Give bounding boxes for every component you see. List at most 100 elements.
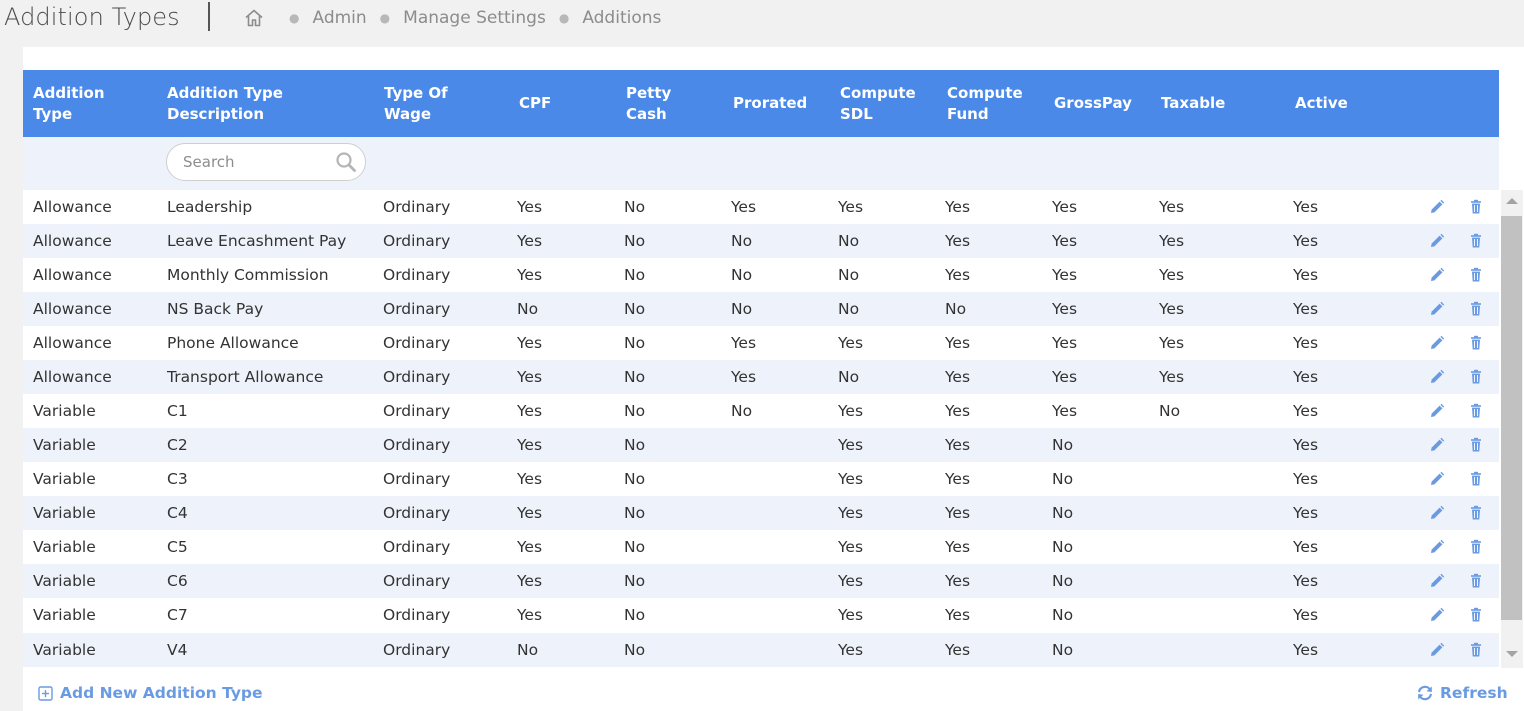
cell-prorated: Yes — [731, 334, 757, 352]
pencil-icon[interactable] — [1429, 335, 1445, 351]
pencil-icon[interactable] — [1429, 267, 1445, 283]
vertical-scrollbar[interactable] — [1501, 190, 1523, 668]
cell-petty-cash: No — [624, 606, 646, 624]
cell-prorated: No — [731, 402, 753, 420]
table-row[interactable]: Allowance Transport Allowance Ordinary Yes N… — [23, 360, 1499, 394]
cell-compute-sdl: Yes — [838, 538, 864, 556]
cell-compute-fund: Yes — [945, 334, 971, 352]
cell-addition-type: Allowance — [33, 334, 112, 352]
cell-cpf: Yes — [517, 606, 543, 624]
refresh-button[interactable]: Refresh — [1416, 681, 1508, 705]
column-header-compute-fund[interactable]: Compute Fund — [947, 70, 1037, 137]
pencil-icon[interactable] — [1429, 539, 1445, 555]
pencil-icon[interactable] — [1429, 403, 1445, 419]
pencil-icon[interactable] — [1429, 607, 1445, 623]
table-row[interactable]: Allowance Phone Allowance Ordinary Yes No Yes… — [23, 326, 1499, 360]
breadcrumb-separator: ● — [558, 11, 570, 25]
pencil-icon[interactable] — [1429, 233, 1445, 249]
scroll-down-arrow-icon[interactable] — [1506, 651, 1518, 657]
pencil-icon[interactable] — [1429, 301, 1445, 317]
table-row[interactable]: Variable C5 Ordinary Yes No Yes Yes No Yes — [23, 530, 1499, 564]
pencil-icon[interactable] — [1429, 471, 1445, 487]
column-header-description[interactable]: Addition Type Description — [167, 70, 357, 137]
table-row[interactable]: Variable C7 Ordinary Yes No Yes Yes No Yes — [23, 598, 1499, 632]
table-row[interactable]: Variable C1 Ordinary Yes No No Yes Yes Yes No Yes — [23, 394, 1499, 428]
pencil-icon[interactable] — [1429, 642, 1445, 658]
cell-description: C6 — [167, 572, 188, 590]
home-icon[interactable] — [244, 8, 264, 28]
trash-icon[interactable] — [1468, 471, 1484, 487]
cell-addition-type: Variable — [33, 436, 96, 454]
table-row[interactable]: Variable V4 Ordinary No No Yes Yes No Yes — [23, 633, 1499, 667]
pencil-icon[interactable] — [1429, 437, 1445, 453]
table-row[interactable]: Allowance Leave Encashment Pay Ordinary Yes… — [23, 224, 1499, 258]
plus-square-icon — [38, 685, 53, 701]
cell-cpf: No — [517, 300, 539, 318]
cell-cpf: Yes — [517, 538, 543, 556]
pencil-icon[interactable] — [1429, 369, 1445, 385]
search-input[interactable] — [181, 152, 335, 172]
cell-description: V4 — [167, 641, 188, 659]
cell-petty-cash: No — [624, 470, 646, 488]
cell-active: Yes — [1293, 266, 1319, 284]
trash-icon[interactable] — [1468, 267, 1484, 283]
cell-petty-cash: No — [624, 436, 646, 454]
trash-icon[interactable] — [1468, 301, 1484, 317]
cell-taxable: No — [1159, 402, 1181, 420]
filter-row — [23, 137, 1499, 190]
table-row[interactable]: Variable C2 Ordinary Yes No Yes Yes No Yes — [23, 428, 1499, 462]
table-row[interactable]: Variable C4 Ordinary Yes No Yes Yes No Yes — [23, 496, 1499, 530]
column-header-petty-cash[interactable]: Petty Cash — [626, 70, 696, 137]
column-header-compute-sdl[interactable]: Compute SDL — [840, 70, 930, 137]
cell-compute-sdl: No — [838, 266, 860, 284]
cell-cpf: Yes — [517, 572, 543, 590]
trash-icon[interactable] — [1468, 369, 1484, 385]
cell-active: Yes — [1293, 641, 1319, 659]
scroll-up-arrow-icon[interactable] — [1506, 198, 1518, 204]
cell-description: C3 — [167, 470, 188, 488]
cell-active: Yes — [1293, 538, 1319, 556]
breadcrumb-admin[interactable]: Admin — [312, 8, 366, 28]
trash-icon[interactable] — [1468, 607, 1484, 623]
column-header-addition-type[interactable]: Addition Type — [33, 70, 143, 137]
scrollbar-thumb[interactable] — [1501, 216, 1522, 620]
cell-addition-type: Variable — [33, 572, 96, 590]
column-header-active[interactable]: Active — [1295, 70, 1395, 137]
trash-icon[interactable] — [1468, 233, 1484, 249]
cell-cpf: Yes — [517, 402, 543, 420]
trash-icon[interactable] — [1468, 335, 1484, 351]
column-header-prorated[interactable]: Prorated — [733, 70, 833, 137]
column-header-cpf[interactable]: CPF — [519, 70, 599, 137]
search-field[interactable] — [166, 143, 366, 181]
table-row[interactable]: Variable C6 Ordinary Yes No Yes Yes No Yes — [23, 564, 1499, 598]
trash-icon[interactable] — [1468, 573, 1484, 589]
table-row[interactable]: Allowance Monthly Commission Ordinary Yes No… — [23, 258, 1499, 292]
top-bar: Addition Types ● Admin ● Manage Settings… — [0, 0, 1524, 47]
cell-compute-fund: Yes — [945, 572, 971, 590]
cell-compute-fund: Yes — [945, 198, 971, 216]
pencil-icon[interactable] — [1429, 505, 1445, 521]
cell-description: C4 — [167, 504, 188, 522]
breadcrumb-manage-settings[interactable]: Manage Settings — [403, 8, 546, 28]
column-header-taxable[interactable]: Taxable — [1161, 70, 1261, 137]
table-row[interactable]: Allowance NS Back Pay Ordinary No No No No No Ye… — [23, 292, 1499, 326]
trash-icon[interactable] — [1468, 199, 1484, 215]
trash-icon[interactable] — [1468, 437, 1484, 453]
pencil-icon[interactable] — [1429, 199, 1445, 215]
cell-cpf: Yes — [517, 232, 543, 250]
trash-icon[interactable] — [1468, 403, 1484, 419]
trash-icon[interactable] — [1468, 505, 1484, 521]
trash-icon[interactable] — [1468, 642, 1484, 658]
column-header-type-of-wage[interactable]: Type Of Wage — [384, 70, 484, 137]
pencil-icon[interactable] — [1429, 573, 1445, 589]
cell-addition-type: Variable — [33, 538, 96, 556]
add-new-addition-type-label: Add New Addition Type — [60, 684, 263, 702]
add-new-addition-type-button[interactable]: Add New Addition Type — [38, 681, 263, 705]
column-header-grosspay[interactable]: GrossPay — [1054, 70, 1154, 137]
search-icon[interactable] — [335, 151, 357, 173]
table-row[interactable]: Variable C3 Ordinary Yes No Yes Yes No Yes — [23, 462, 1499, 496]
trash-icon[interactable] — [1468, 539, 1484, 555]
cell-petty-cash: No — [624, 198, 646, 216]
table-row[interactable]: Allowance Leadership Ordinary Yes No Yes Yes Ye… — [23, 190, 1499, 224]
cell-compute-sdl: Yes — [838, 334, 864, 352]
